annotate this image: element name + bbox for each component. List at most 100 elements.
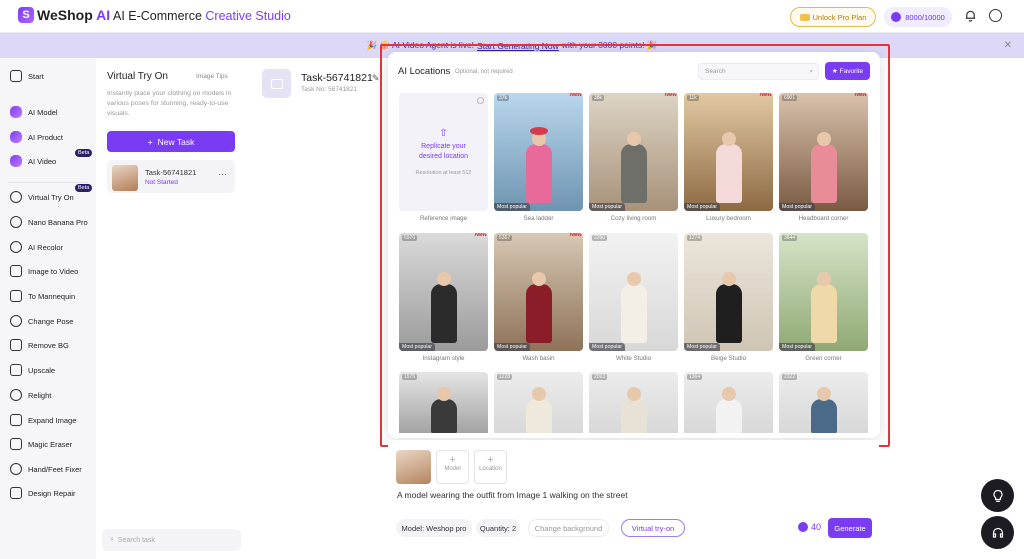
- model-select[interactable]: Model: Weshop pro: [396, 519, 472, 537]
- location-card[interactable]: 3844 Most popular: [779, 233, 868, 351]
- model-head: [721, 387, 736, 401]
- headset-support-icon[interactable]: [981, 516, 1014, 549]
- location-caption: Luxury bedroom: [706, 215, 751, 222]
- task-card[interactable]: Task-56741821 Not Started ···: [107, 160, 235, 193]
- location-card[interactable]: 1274 Most popular: [684, 233, 773, 351]
- favorite-button[interactable]: ★ Favorite: [825, 62, 870, 80]
- unlock-pro-button[interactable]: Unlock Pro Plan: [790, 7, 876, 27]
- model-figure: [525, 399, 552, 433]
- sidebar-item-nano-banana-pro[interactable]: Nano Banana Pro: [10, 213, 94, 231]
- views-count: 1274: [687, 235, 703, 241]
- studio-title: AI E-Commerce Creative Studio: [113, 9, 291, 23]
- sidebar-item-upscale[interactable]: Upscale: [10, 361, 94, 379]
- virtual-try-on-option[interactable]: Virtual try-on: [621, 519, 685, 537]
- edit-icon[interactable]: ✎: [372, 73, 380, 84]
- model-head: [531, 387, 546, 401]
- model-figure: [715, 284, 742, 343]
- start-generating-link[interactable]: Start Generating Now: [477, 41, 559, 51]
- sidebar-item-label: AI Recolor: [28, 242, 64, 252]
- generate-button[interactable]: Generate: [828, 518, 872, 538]
- location-card[interactable]: 2093: [589, 372, 678, 433]
- location-card[interactable]: 2322: [779, 372, 868, 433]
- mannequin-icon: [10, 290, 22, 302]
- sidebar-item-expand-image[interactable]: Expand Image: [10, 411, 94, 429]
- sidebar-item-design-repair[interactable]: Design Repair: [10, 484, 94, 502]
- favorite-label: Favorite: [839, 67, 864, 75]
- location-card[interactable]: 6901 New Most popular: [779, 93, 868, 211]
- sidebar-item-start[interactable]: Start: [10, 67, 94, 85]
- user-circle-icon[interactable]: [989, 9, 1002, 22]
- location-card[interactable]: 11k New Most popular: [684, 93, 773, 211]
- sidebar-item-ai-product[interactable]: AI Product: [10, 128, 94, 146]
- location-card[interactable]: 1228: [494, 372, 583, 433]
- reference-upload-card[interactable]: ⇧ Replicate your desired location Resolut…: [399, 93, 488, 211]
- sidebar-item-image-to-video[interactable]: Image to Video: [10, 262, 94, 280]
- sidebar-item-ai-recolor[interactable]: AI Recolor: [10, 238, 94, 256]
- model-figure: [715, 144, 742, 203]
- model-head: [626, 387, 641, 401]
- sidebar-item-hand-feet-fixer[interactable]: Hand/Feet Fixer: [10, 460, 94, 478]
- views-count: 3844: [782, 235, 798, 241]
- reference-line-2: desired location: [418, 153, 469, 160]
- sidebar-item-to-mannequin[interactable]: To Mannequin: [10, 287, 94, 305]
- prompt-composer: + Model + Location A model wearing the out…: [388, 440, 879, 549]
- task-panel-title: Virtual Try On: [107, 71, 168, 82]
- logo-mark-icon: S: [18, 7, 34, 23]
- ai-locations-title: AI Locations: [398, 66, 451, 77]
- pose-icon: [10, 315, 22, 327]
- task-image-placeholder: [262, 69, 291, 98]
- location-card[interactable]: 6970 New Most popular: [399, 233, 488, 351]
- location-card[interactable]: 6367 New Most popular: [494, 233, 583, 351]
- sidebar-item-change-pose[interactable]: Change Pose: [10, 312, 94, 330]
- location-card[interactable]: 37k New Most popular: [494, 93, 583, 211]
- sidebar-item-label: Upscale: [28, 365, 56, 375]
- location-card[interactable]: 1364: [684, 372, 773, 433]
- quantity-select[interactable]: Quantity: 2: [476, 519, 520, 537]
- prompt-text[interactable]: A model wearing the outfit from Image 1 …: [397, 490, 628, 500]
- sidebar-item-label: Expand Image: [28, 415, 77, 425]
- more-icon[interactable]: ···: [218, 169, 227, 179]
- location-caption: Cozy living room: [610, 215, 657, 222]
- sidebar-item-ai-model[interactable]: AI Model: [10, 103, 94, 121]
- location-slot-label: Location: [479, 466, 502, 472]
- studio-title-accent: Creative Studio: [205, 9, 291, 23]
- most-popular-badge: Most popular: [684, 203, 720, 211]
- eraser-icon: [10, 438, 22, 450]
- change-background-option[interactable]: Change background: [528, 519, 609, 537]
- location-caption: Green corner: [805, 355, 842, 362]
- beta-badge: Beta: [75, 149, 93, 157]
- model-slot[interactable]: + Model: [436, 450, 469, 484]
- hand-icon: [10, 463, 22, 475]
- close-icon[interactable]: ✕: [1004, 40, 1012, 51]
- model-head: [531, 272, 546, 286]
- sidebar-item-relight[interactable]: Relight: [10, 386, 94, 404]
- new-badge: New: [664, 93, 677, 98]
- tips-lightbulb-icon[interactable]: [981, 479, 1014, 512]
- info-icon[interactable]: [477, 97, 484, 104]
- location-card[interactable]: 38k New Most popular: [589, 93, 678, 211]
- garment-image-thumbnail[interactable]: [396, 450, 431, 484]
- most-popular-badge: Most popular: [779, 203, 815, 211]
- weshop-logo[interactable]: S WeShop AI: [18, 7, 110, 23]
- location-card[interactable]: 1575: [399, 372, 488, 433]
- search-task-input[interactable]: ⌕ Search task: [102, 529, 241, 551]
- location-card[interactable]: 2390 Most popular: [589, 233, 678, 351]
- views-count: 2093: [592, 374, 608, 380]
- model-figure: [810, 399, 837, 433]
- sidebar-item-magic-eraser[interactable]: Magic Eraser: [10, 435, 94, 453]
- grid-icon: [10, 70, 22, 82]
- model-head: [816, 272, 831, 286]
- location-search-input[interactable]: Search ⌕: [698, 63, 819, 80]
- bell-icon[interactable]: [964, 9, 977, 22]
- sidebar-item-label: Hand/Feet Fixer: [28, 464, 82, 474]
- points-badge[interactable]: 8000/10000: [884, 7, 952, 27]
- new-task-button[interactable]: + New Task: [107, 131, 235, 152]
- location-caption: Wash basin: [522, 355, 555, 362]
- model-head: [626, 132, 641, 146]
- sidebar-item-remove-bg[interactable]: Remove BG: [10, 336, 94, 354]
- image-tips-link[interactable]: Image Tips: [196, 73, 228, 80]
- unlock-pro-label: Unlock Pro Plan: [812, 12, 867, 22]
- location-slot[interactable]: + Location: [474, 450, 507, 484]
- location-caption: Sea ladder: [523, 215, 554, 222]
- coin-icon: [891, 12, 902, 22]
